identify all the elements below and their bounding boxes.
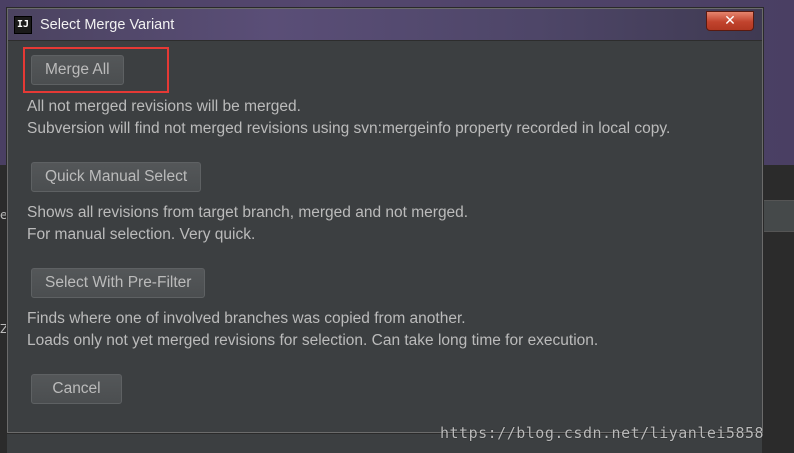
intellij-app-icon: IJ [14, 15, 32, 34]
quick-manual-select-description-line2: For manual selection. Very quick. [27, 226, 256, 243]
quick-manual-select-description-line1: Shows all revisions from target branch, … [27, 204, 469, 221]
watermark-text: https://blog.csdn.net/liyanlei5858 [440, 424, 765, 442]
merge-variant-dialog: IJ Select Merge Variant ✕ Merge All All … [7, 8, 763, 433]
merge-all-description-line1: All not merged revisions will be merged. [27, 98, 301, 115]
select-with-pre-filter-button[interactable]: Select With Pre-Filter [31, 268, 206, 298]
merge-all-button[interactable]: Merge All [31, 55, 124, 85]
merge-all-description-line2: Subversion will find not merged revision… [27, 120, 671, 137]
dialog-title: Select Merge Variant [40, 16, 175, 33]
dialog-titlebar[interactable]: IJ Select Merge Variant ✕ [8, 9, 762, 40]
select-with-pre-filter-description-line1: Finds where one of involved branches was… [27, 310, 466, 327]
cancel-button[interactable]: Cancel [31, 374, 122, 404]
close-button[interactable]: ✕ [706, 11, 754, 31]
ide-background-toolbar [762, 200, 794, 232]
dialog-content: Merge All All not merged revisions will … [8, 40, 762, 432]
quick-manual-select-button[interactable]: Quick Manual Select [31, 162, 202, 192]
select-with-pre-filter-description-line2: Loads only not yet merged revisions for … [27, 332, 599, 349]
